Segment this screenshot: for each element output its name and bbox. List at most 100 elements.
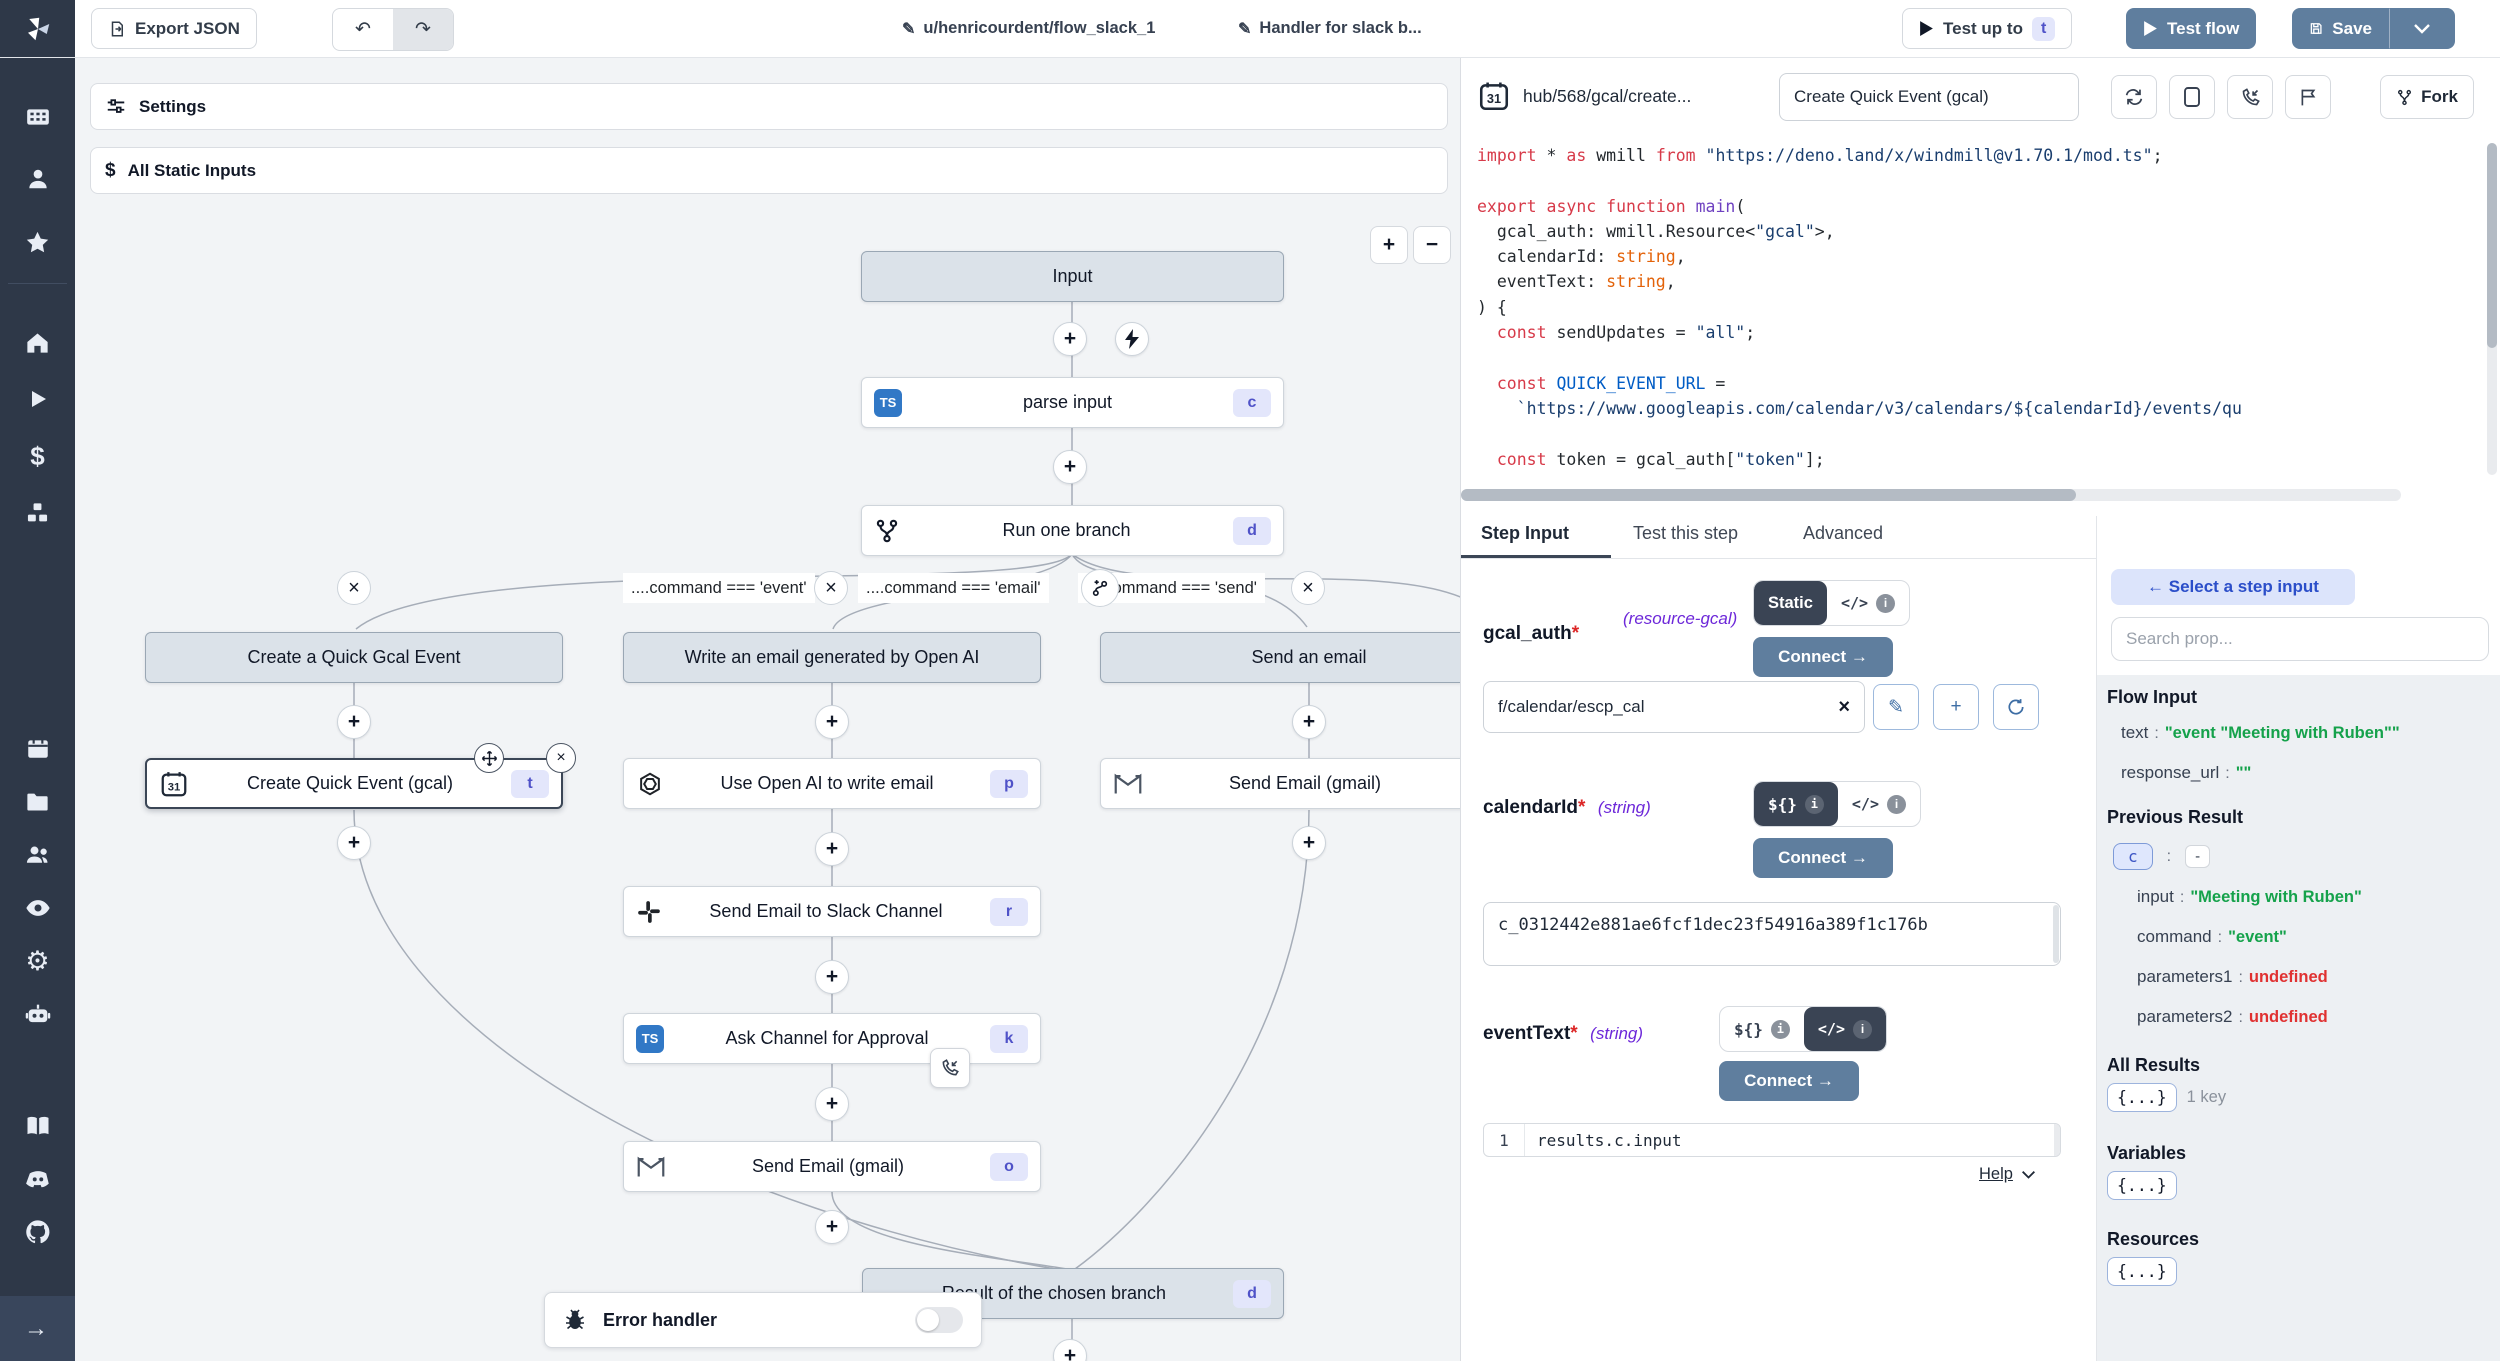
prop-row-parameters2[interactable]: parameters2:undefined: [2137, 1007, 2328, 1027]
add-step-button[interactable]: +: [1053, 322, 1087, 356]
sidebar-item-discord[interactable]: [0, 1157, 75, 1201]
add-step-button[interactable]: +: [815, 1087, 849, 1121]
hub-script-path[interactable]: hub/568/gcal/create...: [1523, 86, 1691, 107]
remove-branch-button[interactable]: ×: [1291, 571, 1325, 605]
undo-button[interactable]: ↶: [333, 9, 393, 50]
windmill-logo[interactable]: [0, 0, 75, 57]
select-step-input-button[interactable]: ← Select a step input: [2111, 569, 2355, 605]
textarea-scrollbar[interactable]: [2053, 905, 2059, 963]
add-step-button[interactable]: +: [1292, 826, 1326, 860]
flow-node-input[interactable]: Input: [861, 251, 1284, 302]
branch-condition-label[interactable]: ....command === 'email': [858, 573, 1049, 603]
sidebar-item-runs[interactable]: [0, 377, 75, 421]
remove-branch-button[interactable]: ×: [814, 571, 848, 605]
add-branch-button[interactable]: [1081, 569, 1119, 607]
test-up-to-button[interactable]: Test up to t: [1902, 8, 2072, 49]
event-text-expression-editor[interactable]: 1 results.c.input: [1483, 1123, 2061, 1157]
javascript-mode-option[interactable]: </> i: [1804, 1007, 1886, 1051]
flow-node-parse-input[interactable]: TS parse input c: [861, 377, 1284, 428]
delete-step-button[interactable]: ×: [546, 743, 576, 773]
sidebar-item-favorites[interactable]: [0, 220, 75, 264]
fork-button[interactable]: Fork: [2380, 75, 2474, 119]
save-button[interactable]: Save: [2292, 8, 2389, 49]
add-resource-button[interactable]: +: [1933, 684, 1979, 730]
code-editor[interactable]: import * as wmill from "https://deno.lan…: [1477, 143, 2483, 472]
gcal-auth-resource-input[interactable]: f/calendar/escp_cal ×: [1483, 681, 1865, 733]
sidebar-item-schedules[interactable]: [0, 726, 75, 770]
retry-settings-button[interactable]: [2111, 75, 2157, 119]
sidebar-item-user[interactable]: [0, 157, 75, 201]
save-dropdown-button[interactable]: [2389, 8, 2455, 49]
sidebar-item-groups[interactable]: [0, 832, 75, 876]
template-mode-option[interactable]: ${} i: [1754, 782, 1838, 826]
branch-condition-label[interactable]: ....command === 'event': [623, 573, 815, 603]
branch-header-gcal[interactable]: Create a Quick Gcal Event: [145, 632, 563, 683]
prop-row-c[interactable]: c : -: [2113, 843, 2210, 870]
sidebar-item-ai[interactable]: [0, 992, 75, 1036]
sidebar-item-docs[interactable]: [0, 1104, 75, 1148]
prop-row-parameters1[interactable]: parameters1:undefined: [2137, 967, 2328, 987]
sidebar-item-home[interactable]: [0, 320, 75, 364]
flow-node-send-email-gmail-2[interactable]: Send Email (gmail) o: [623, 1141, 1041, 1192]
error-handler-card[interactable]: Error handler: [544, 1292, 982, 1348]
calendar-id-textarea[interactable]: c_0312442e881ae6fcf1dec23f54916a389f1c17…: [1483, 902, 2061, 966]
add-step-button[interactable]: +: [815, 960, 849, 994]
flow-node-send-email-gmail[interactable]: Send Email (gmail) o: [1100, 758, 1460, 809]
flow-node-openai-write-email[interactable]: Use Open AI to write email p: [623, 758, 1041, 809]
sidebar-collapse-bar[interactable]: →: [0, 1296, 75, 1361]
test-flow-button[interactable]: Test flow: [2126, 8, 2256, 49]
prop-row-response-url[interactable]: response_url:"": [2121, 763, 2251, 783]
export-json-button[interactable]: Export JSON: [91, 8, 257, 49]
code-vscroll-thumb[interactable]: [2487, 143, 2497, 348]
edit-resource-button[interactable]: ✎: [1873, 684, 1919, 730]
flow-node-ask-channel-approval[interactable]: TS Ask Channel for Approval k: [623, 1013, 1041, 1064]
suspend-button[interactable]: [2227, 75, 2273, 119]
search-prop-input[interactable]: [2111, 617, 2489, 661]
prop-row-input[interactable]: input:"Meeting with Ruben": [2137, 887, 2362, 907]
sidebar-item-github[interactable]: [0, 1210, 75, 1254]
breadcrumb-title[interactable]: ✎ Handler for slack b...: [1238, 0, 1422, 57]
event-text-connect-button[interactable]: Connect →: [1719, 1061, 1859, 1101]
trigger-button[interactable]: [1115, 322, 1149, 356]
sleep-button[interactable]: [2285, 75, 2331, 119]
flow-node-run-one-branch[interactable]: Run one branch d: [861, 505, 1284, 556]
tab-test-this-step[interactable]: Test this step: [1633, 523, 1738, 544]
refresh-resource-button[interactable]: [1993, 684, 2039, 730]
all-results-row[interactable]: {...} 1 key: [2107, 1083, 2226, 1112]
resources-row[interactable]: {...}: [2107, 1257, 2177, 1286]
sidebar-item-audit-logs[interactable]: [0, 886, 75, 930]
tab-advanced[interactable]: Advanced: [1803, 523, 1883, 544]
move-step-button[interactable]: [474, 743, 504, 773]
static-mode-option[interactable]: Static: [1754, 581, 1827, 625]
sidebar-item-folders[interactable]: [0, 779, 75, 823]
add-step-button[interactable]: +: [337, 826, 371, 860]
add-step-button[interactable]: +: [1053, 450, 1087, 484]
editor-scrollbar[interactable]: [2054, 1124, 2060, 1156]
add-step-button[interactable]: +: [815, 705, 849, 739]
tab-step-input[interactable]: Step Input: [1481, 523, 1569, 544]
cache-button[interactable]: [2169, 75, 2215, 119]
javascript-mode-option[interactable]: </> i: [1827, 581, 1909, 625]
clear-icon[interactable]: ×: [1838, 696, 1850, 719]
flow-canvas[interactable]: Settings $ All Static Inputs + − Input +…: [75, 57, 1460, 1361]
code-hscroll-thumb[interactable]: [1461, 489, 2076, 501]
template-mode-option[interactable]: ${} i: [1720, 1007, 1804, 1051]
add-step-button[interactable]: +: [1292, 705, 1326, 739]
javascript-mode-option[interactable]: </> i: [1838, 782, 1920, 826]
sidebar-item-variables[interactable]: $: [0, 434, 75, 478]
remove-branch-button[interactable]: ×: [337, 571, 371, 605]
step-name-input[interactable]: Create Quick Event (gcal): [1779, 73, 2079, 121]
flow-node-send-email-slack[interactable]: Send Email to Slack Channel r: [623, 886, 1041, 937]
sidebar-item-settings[interactable]: ⚙: [0, 939, 75, 983]
breadcrumb-path[interactable]: ✎ u/henricourdent/flow_slack_1: [902, 0, 1155, 57]
add-step-button[interactable]: +: [815, 1210, 849, 1244]
suspend-approval-button[interactable]: [930, 1048, 970, 1088]
gcal-auth-connect-button[interactable]: Connect →: [1753, 637, 1893, 677]
redo-button[interactable]: ↷: [393, 9, 453, 50]
prop-row-command[interactable]: command:"event": [2137, 927, 2287, 947]
add-step-button[interactable]: +: [337, 705, 371, 739]
help-link[interactable]: Help: [1979, 1165, 2036, 1184]
calendar-id-connect-button[interactable]: Connect →: [1753, 838, 1893, 878]
sidebar-item-apps[interactable]: [0, 95, 75, 139]
prop-row-text[interactable]: text:"event "Meeting with Ruben"": [2121, 723, 2400, 743]
